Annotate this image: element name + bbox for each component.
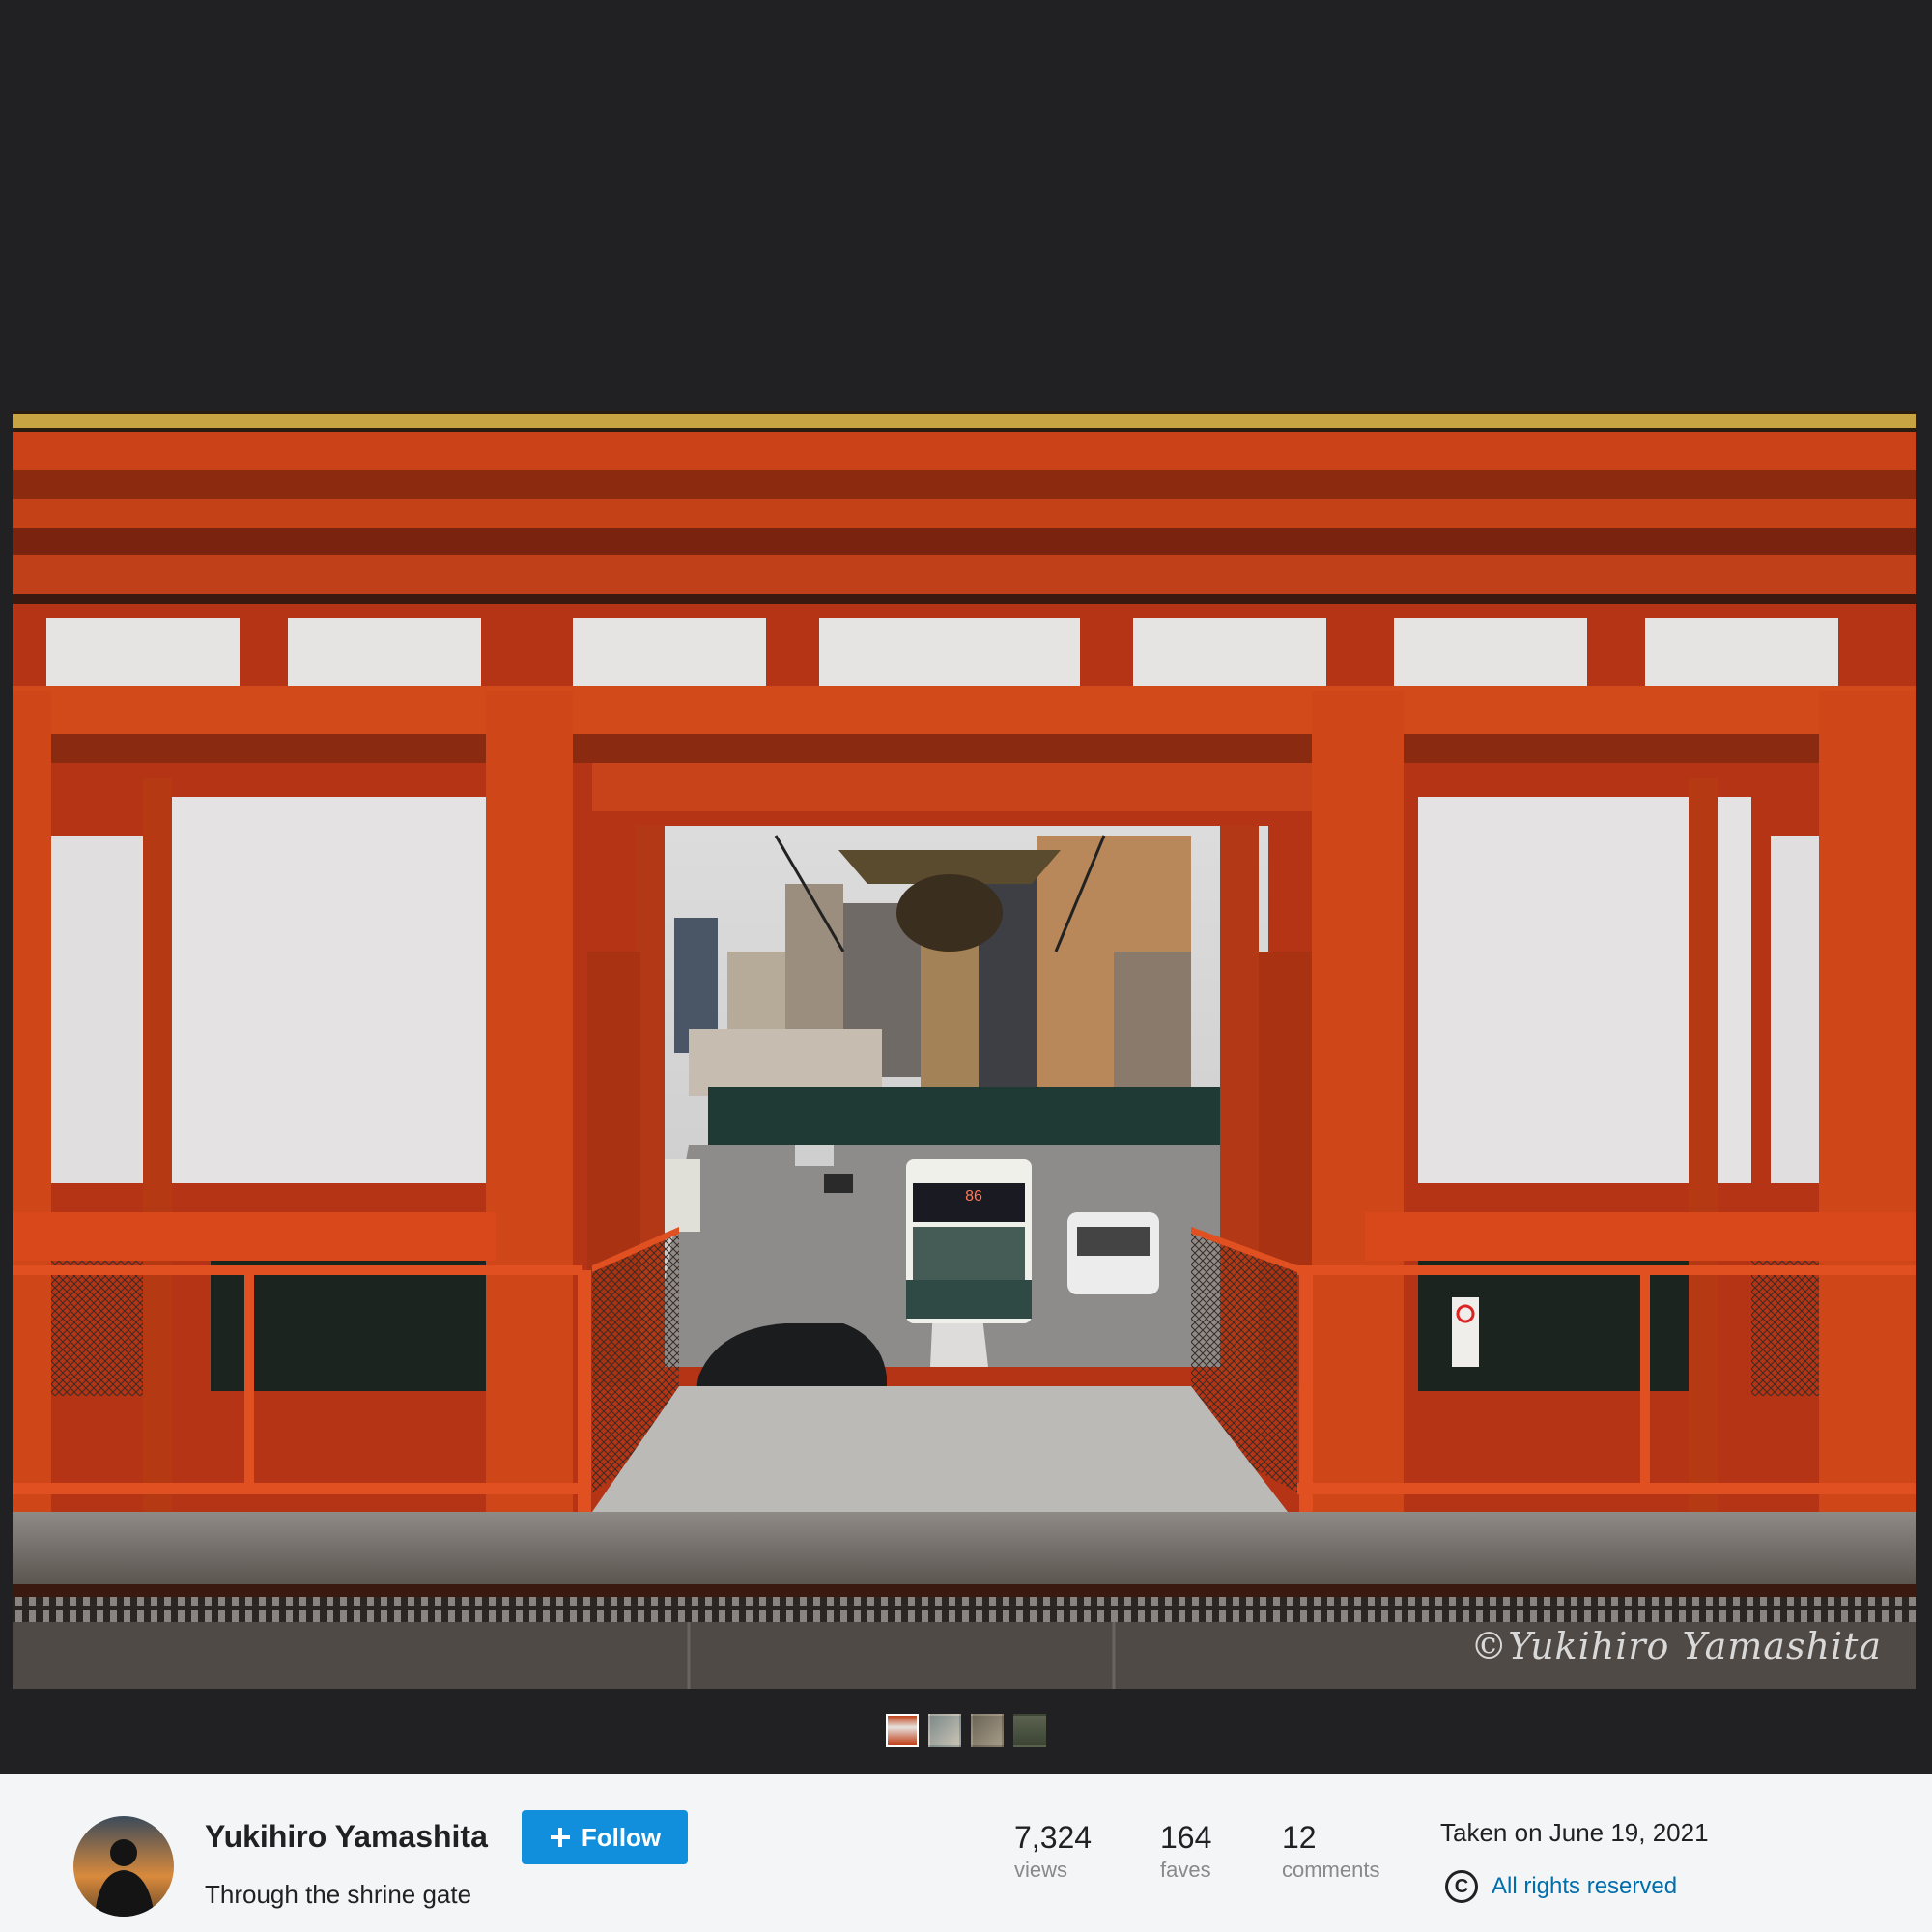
- comments-label: comments: [1282, 1858, 1380, 1882]
- copyright-icon: C: [1445, 1870, 1478, 1903]
- plus-icon: [550, 1828, 570, 1847]
- views-label: views: [1014, 1858, 1068, 1882]
- shrine-gate-photo: 86: [13, 411, 1916, 1689]
- no-entry-sign: [1452, 1297, 1479, 1367]
- photo-title: Through the shrine gate: [205, 1880, 472, 1909]
- thumbnail-1[interactable]: [886, 1714, 919, 1747]
- taken-date[interactable]: Taken on June 19, 2021: [1440, 1818, 1709, 1848]
- main-photo[interactable]: 86 ©Yukihiro Yamashita: [13, 411, 1916, 1689]
- faves-stat[interactable]: 164 faves: [1160, 1820, 1211, 1883]
- thumbnail-2[interactable]: [928, 1714, 961, 1747]
- thumbnail-strip: [0, 1714, 1932, 1747]
- owner-name[interactable]: Yukihiro Yamashita: [205, 1819, 488, 1855]
- photo-viewer: 86 ©Yukihiro Yamashita: [0, 0, 1932, 1774]
- comments-stat[interactable]: 12 comments: [1282, 1820, 1379, 1883]
- follow-label: Follow: [581, 1822, 662, 1852]
- license-text: All rights reserved: [1492, 1873, 1678, 1899]
- thumbnail-4[interactable]: [1013, 1714, 1046, 1747]
- faves-label: faves: [1160, 1858, 1211, 1882]
- roof-tile-row: [13, 414, 1916, 428]
- photo-watermark: ©Yukihiro Yamashita: [1470, 1625, 1882, 1667]
- bus-route-number: 86: [965, 1188, 982, 1205]
- thumbnail-3[interactable]: [971, 1714, 1004, 1747]
- license-link[interactable]: C All rights reserved: [1445, 1870, 1677, 1903]
- follow-button[interactable]: Follow: [522, 1810, 688, 1864]
- faves-count: 164: [1160, 1820, 1212, 1855]
- views-stat: 7,324 views: [1014, 1820, 1092, 1883]
- views-count: 7,324: [1014, 1820, 1093, 1855]
- comments-count: 12: [1282, 1820, 1317, 1855]
- owner-avatar[interactable]: [73, 1816, 174, 1917]
